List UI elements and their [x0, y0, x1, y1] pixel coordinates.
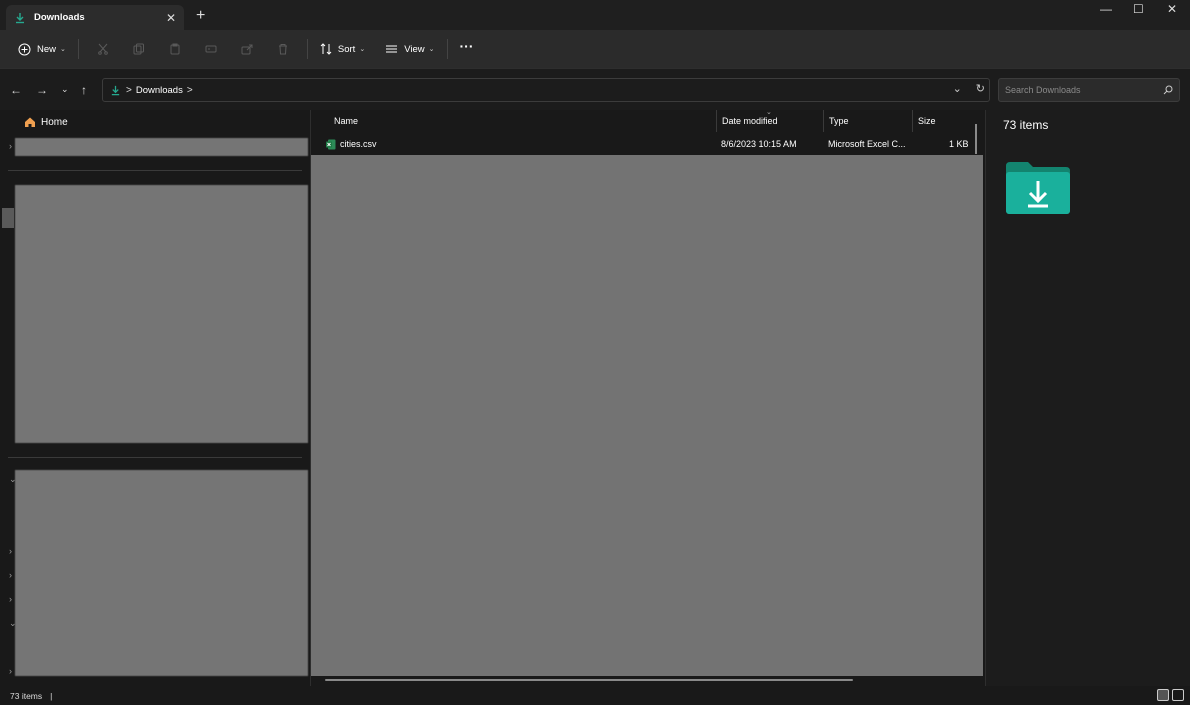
expand-chevron-icon[interactable]: ›: [9, 141, 12, 151]
file-date-modified: 8/6/2023 10:15 AM: [721, 139, 797, 149]
tab-close-button[interactable]: ✕: [166, 11, 176, 25]
excel-csv-file-icon: [326, 139, 336, 149]
breadcrumb-separator[interactable]: >: [187, 85, 193, 96]
selected-item-indicator: [2, 208, 14, 228]
redacted-sidebar-item: [15, 138, 308, 156]
search-box[interactable]: [998, 78, 1180, 102]
minimize-button[interactable]: —: [1100, 2, 1112, 16]
status-bar: 73 items |: [0, 686, 1190, 705]
recent-locations-chevron-icon[interactable]: ⌄: [61, 84, 69, 95]
tiles-view-toggle-icon[interactable]: [1172, 689, 1184, 701]
cut-icon: [98, 43, 108, 55]
delete-button[interactable]: [265, 36, 301, 62]
sidebar-item-home-label: Home: [41, 116, 68, 128]
command-bar: New ⌄ Sort ⌄ View ⌄ ···: [0, 30, 1190, 68]
address-bar-row: ← → ⌄ ↑ > Downloads > ⌄ ↻: [0, 68, 1190, 110]
redacted-quick-access: [15, 185, 308, 443]
back-arrow-icon[interactable]: ←: [10, 83, 22, 97]
file-size: 1 KB: [949, 139, 969, 149]
close-window-button[interactable]: ✕: [1167, 2, 1177, 16]
details-item-count: 73 items: [1003, 118, 1049, 132]
column-header-type[interactable]: Type: [823, 110, 912, 132]
paste-icon: [170, 43, 180, 55]
cut-button[interactable]: [85, 36, 121, 62]
download-icon: [111, 85, 120, 95]
more-options-button[interactable]: ···: [454, 36, 480, 62]
new-button[interactable]: New ⌄: [12, 36, 72, 62]
paste-button[interactable]: [157, 36, 193, 62]
tab-title: Downloads: [34, 12, 85, 23]
up-arrow-icon[interactable]: ↑: [81, 83, 87, 97]
breadcrumb-downloads[interactable]: Downloads: [136, 85, 183, 96]
downloads-folder-icon: [1006, 162, 1070, 214]
expand-chevron-icon[interactable]: ›: [9, 570, 12, 580]
redacted-this-pc: [15, 470, 308, 676]
address-history-chevron-icon[interactable]: ⌄: [953, 82, 962, 95]
sort-indicator-icon: ⌄: [766, 109, 772, 116]
plus-circle-icon: [18, 43, 31, 55]
download-icon: [16, 12, 24, 23]
expand-chevron-icon[interactable]: ›: [9, 666, 12, 676]
delete-icon: [278, 44, 287, 55]
search-icon[interactable]: [1163, 85, 1173, 95]
new-tab-button[interactable]: +: [196, 7, 205, 25]
sort-button[interactable]: Sort ⌄: [314, 36, 371, 62]
rename-icon: [205, 45, 217, 53]
toolbar-divider: [446, 39, 448, 59]
toolbar-divider: [306, 39, 308, 59]
file-type: Microsoft Excel C...: [828, 139, 906, 149]
sidebar-divider: [8, 170, 302, 171]
column-header-name[interactable]: Name: [329, 110, 716, 132]
sort-button-label: Sort: [337, 43, 356, 55]
rename-button[interactable]: [193, 36, 229, 62]
column-header-size[interactable]: Size: [912, 110, 976, 132]
breadcrumb-separator: >: [126, 84, 132, 96]
maximize-button[interactable]: ☐: [1133, 2, 1144, 16]
sort-icon: [320, 43, 332, 55]
chevron-down-icon: ⌄: [428, 46, 435, 53]
tab-downloads[interactable]: Downloads ✕: [6, 5, 184, 30]
toolbar-divider: [77, 39, 79, 59]
share-button[interactable]: [229, 36, 265, 62]
details-pane: 73 items: [985, 110, 1190, 686]
expand-chevron-icon[interactable]: ›: [9, 546, 12, 556]
file-list: Name Date modified Type Size cities.csv …: [311, 110, 985, 686]
sidebar-item-home[interactable]: Home: [24, 116, 68, 128]
copy-icon: [133, 43, 144, 55]
view-button-label: View: [404, 43, 425, 55]
share-icon: [241, 44, 253, 55]
copy-button[interactable]: [121, 36, 157, 62]
horizontal-scrollbar[interactable]: [325, 679, 853, 681]
expand-chevron-icon[interactable]: ›: [9, 594, 12, 604]
forward-arrow-icon[interactable]: →: [36, 83, 48, 97]
address-field[interactable]: > Downloads > ⌄ ↻: [102, 78, 990, 102]
chevron-down-icon: ⌄: [359, 46, 366, 53]
details-view-toggle-icon[interactable]: [1157, 689, 1169, 701]
status-item-count: 73 items: [10, 690, 43, 701]
search-input[interactable]: [1005, 85, 1163, 95]
title-bar: Downloads ✕ + — ☐ ✕: [0, 0, 1190, 30]
refresh-icon[interactable]: ↻: [976, 82, 985, 95]
redacted-file-list: [311, 155, 983, 676]
sidebar-divider: [8, 457, 302, 458]
status-separator: |: [50, 690, 53, 701]
home-icon: [25, 117, 35, 127]
new-button-label: New: [37, 43, 57, 55]
navigation-pane: Home › ⌄ › › › ⌄ ›: [0, 110, 311, 686]
chevron-down-icon: ⌄: [60, 46, 66, 53]
vertical-scrollbar[interactable]: [975, 124, 977, 154]
file-name: cities.csv: [340, 139, 377, 149]
view-lines-icon: [386, 45, 398, 53]
view-button[interactable]: View ⌄: [379, 36, 440, 62]
table-row[interactable]: cities.csv 8/6/2023 10:15 AM Microsoft E…: [311, 135, 975, 153]
